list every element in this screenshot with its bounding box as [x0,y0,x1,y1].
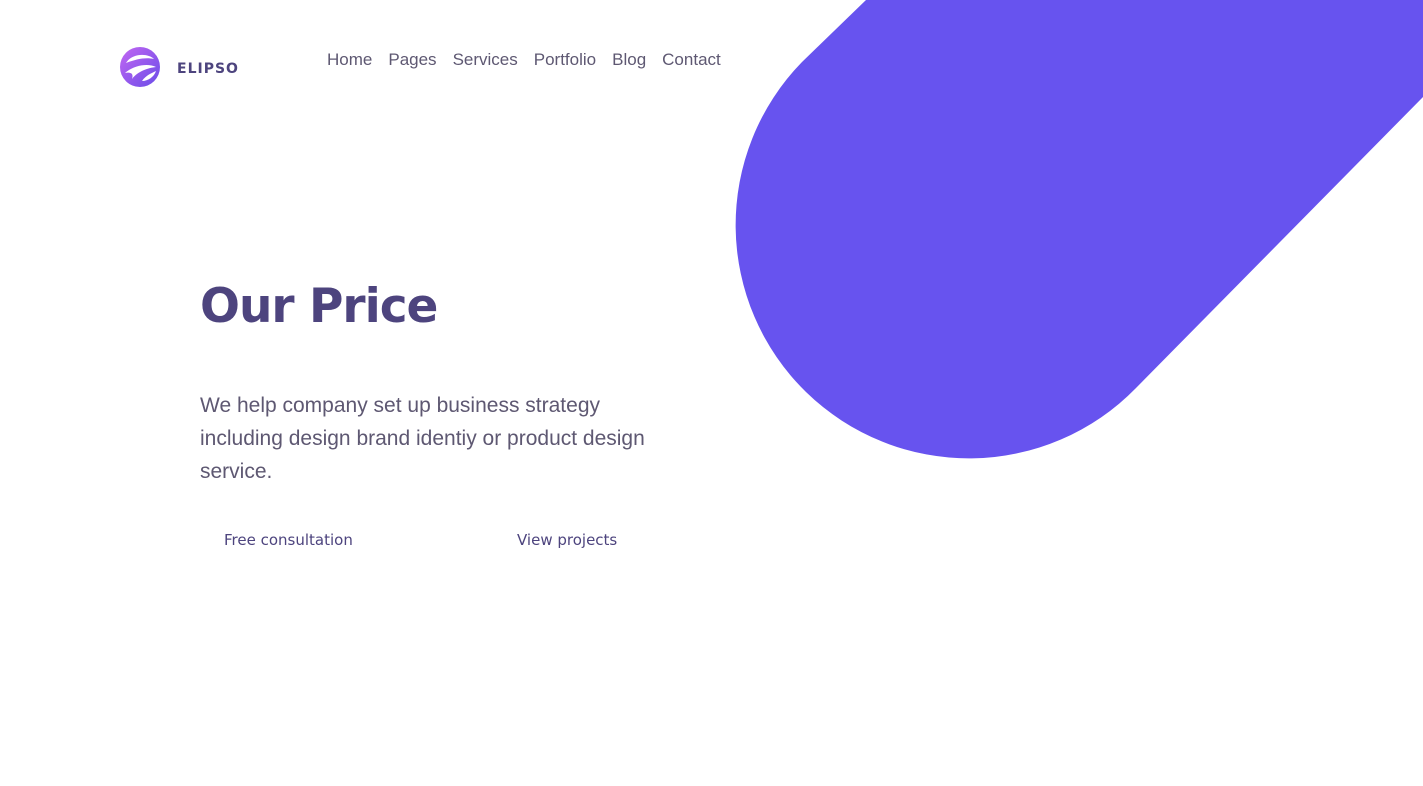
hero-section: Our Price We help company set up busines… [200,275,670,488]
nav-item-contact[interactable]: Contact [662,48,721,72]
hero-actions: Free consultation View projects [200,522,660,558]
elipso-swirl-logo-icon [120,47,160,87]
nav-item-portfolio[interactable]: Portfolio [534,48,596,72]
nav-item-home[interactable]: Home [327,48,372,72]
view-projects-button[interactable]: View projects [517,522,617,558]
free-consultation-button[interactable]: Free consultation [224,522,353,558]
page-title: Our Price [200,279,438,334]
nav-item-pages[interactable]: Pages [388,48,436,72]
nav-item-blog[interactable]: Blog [612,48,646,72]
brand-logo-link[interactable]: ELIPSO [120,47,239,87]
hero-description: We help company set up business strategy… [200,394,645,483]
main-navigation: Home Pages Services Portfolio Blog Conta… [327,48,737,72]
site-header: ELIPSO Home Pages Services Portfolio Blo… [0,0,1423,120]
brand-name: ELIPSO [177,61,239,77]
nav-item-services[interactable]: Services [453,48,518,72]
